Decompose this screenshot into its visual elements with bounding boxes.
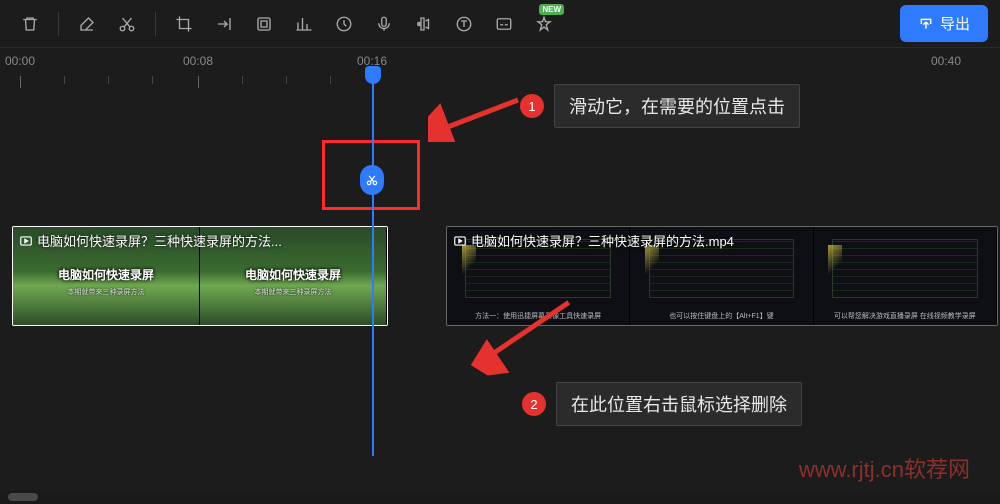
subtitle-button[interactable] <box>486 6 522 42</box>
video-icon <box>19 234 33 248</box>
callout-number: 1 <box>520 94 544 118</box>
playhead[interactable] <box>372 76 374 456</box>
horizontal-scrollbar[interactable] <box>0 490 1000 504</box>
watermark: www.rjtj.cn软荐网 <box>799 452 970 484</box>
callout-number: 2 <box>522 392 546 416</box>
voice-button[interactable] <box>406 6 442 42</box>
callout-text: 在此位置右击鼠标选择删除 <box>556 382 802 426</box>
clip-title: 电脑如何快速录屏？三种快速录屏的方法... <box>37 231 282 250</box>
crop-button[interactable] <box>166 6 202 42</box>
callout-text: 滑动它，在需要的位置点击 <box>554 84 800 128</box>
export-button[interactable]: 导出 <box>900 5 988 42</box>
callout-1: 1 滑动它，在需要的位置点击 <box>520 84 800 128</box>
cut-handle[interactable] <box>360 165 384 195</box>
reverse-button[interactable] <box>206 6 242 42</box>
delete-button[interactable] <box>12 6 48 42</box>
new-badge-label: NEW <box>539 4 564 15</box>
edit-button[interactable] <box>69 6 105 42</box>
timeline-ruler[interactable]: 00:00 00:08 00:16 00:40 <box>0 48 1000 90</box>
scrollbar-thumb[interactable] <box>8 493 38 501</box>
new-feature-button[interactable]: NEW <box>526 6 562 42</box>
freeze-button[interactable] <box>246 6 282 42</box>
playhead-handle[interactable] <box>365 66 381 84</box>
annotation-arrow-1 <box>428 92 528 142</box>
ruler-label: 00:08 <box>183 54 213 68</box>
cut-button[interactable] <box>109 6 145 42</box>
callout-2: 2 在此位置右击鼠标选择删除 <box>522 382 802 426</box>
clip-a[interactable]: 电脑如何快速录屏？三种快速录屏的方法... 电脑如何快速录屏本期就带来三种录屏方… <box>12 226 388 326</box>
divider <box>155 12 156 36</box>
video-icon <box>453 234 467 248</box>
time-button[interactable] <box>326 6 362 42</box>
toolbar: NEW 导出 <box>0 0 1000 48</box>
mic-button[interactable] <box>366 6 402 42</box>
video-track: 电脑如何快速录屏？三种快速录屏的方法... 电脑如何快速录屏本期就带来三种录屏方… <box>12 226 988 326</box>
clip-title: 电脑如何快速录屏？三种快速录屏的方法.mp4 <box>471 231 734 250</box>
scale-button[interactable] <box>286 6 322 42</box>
export-label: 导出 <box>940 13 970 34</box>
ruler-label: 00:00 <box>5 54 35 68</box>
text-button[interactable] <box>446 6 482 42</box>
divider <box>58 12 59 36</box>
ruler-label: 00:40 <box>931 54 961 68</box>
